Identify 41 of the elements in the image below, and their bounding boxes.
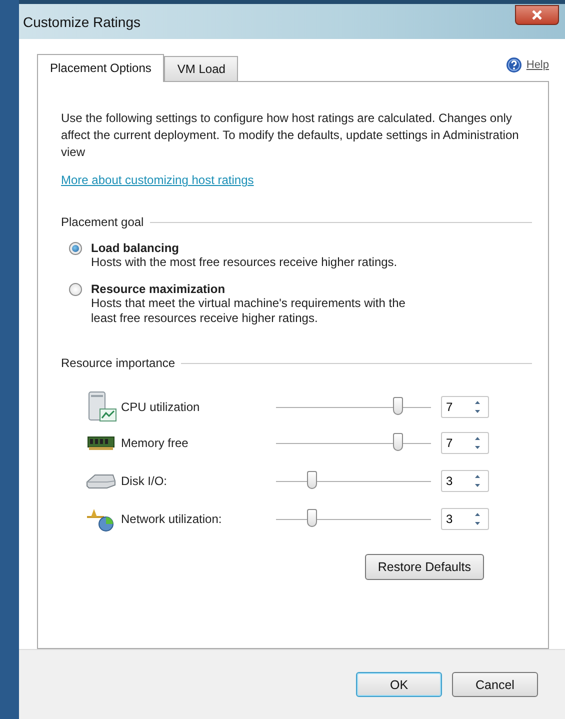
resource-label: Network utilization: <box>121 512 223 526</box>
spin-box[interactable]: 7 <box>441 432 489 454</box>
spin-arrows-icon[interactable] <box>474 474 481 488</box>
spin-value[interactable]: 3 <box>442 474 468 488</box>
spin-arrows-icon[interactable] <box>474 400 481 414</box>
help-icon <box>506 57 522 74</box>
resource-label: Memory free <box>121 436 190 450</box>
help-link[interactable]: More about customizing host ratings <box>61 173 254 188</box>
close-button[interactable] <box>515 4 559 25</box>
resource-label: Disk I/O: <box>121 474 168 488</box>
spin-value[interactable]: 7 <box>442 400 468 414</box>
resource-label: CPU utilization <box>121 400 201 414</box>
spin-box[interactable]: 3 <box>441 470 489 492</box>
spin-arrows-icon[interactable] <box>474 512 481 526</box>
option-description: Hosts that meet the virtual machine's requirements with the least free resources receive higher ratings. <box>91 296 406 326</box>
option-label: Resource maximization <box>91 282 226 296</box>
window-title: Customize Ratings <box>23 14 140 30</box>
spin-value[interactable]: 7 <box>442 436 468 450</box>
slider-thumb[interactable] <box>306 508 317 527</box>
help-link[interactable]: Help <box>526 59 549 72</box>
spin-box[interactable]: 7 <box>441 396 489 418</box>
close-icon <box>532 10 542 20</box>
slider-thumb[interactable] <box>306 470 317 489</box>
intro-text: Use the following settings to configure how host ratings are calculated. Changes only affect the current deployment. To modify the defaults, update settings in Administration view <box>61 110 520 162</box>
radio-button[interactable] <box>69 242 82 256</box>
option-label: Load balancing <box>91 241 180 256</box>
group-title: Resource importance <box>61 356 176 370</box>
restore-defaults-button[interactable]: Restore Defaults <box>364 554 484 580</box>
dialog-button[interactable]: OK <box>356 672 442 698</box>
slider-thumb[interactable] <box>393 396 404 415</box>
disk-drive-icon <box>85 472 117 490</box>
dialog-button[interactable]: Cancel <box>452 672 538 698</box>
tab[interactable]: Placement Options <box>37 54 164 82</box>
spin-box[interactable]: 3 <box>441 508 489 530</box>
slider-thumb[interactable] <box>393 432 404 451</box>
option-description: Hosts with the most free resources receive higher ratings. <box>91 255 398 270</box>
tab[interactable]: VM Load <box>164 56 238 82</box>
spin-value[interactable]: 3 <box>442 512 468 526</box>
spin-arrows-icon[interactable] <box>474 436 481 450</box>
group-title: Placement goal <box>61 215 144 230</box>
radio-button[interactable] <box>69 283 82 296</box>
